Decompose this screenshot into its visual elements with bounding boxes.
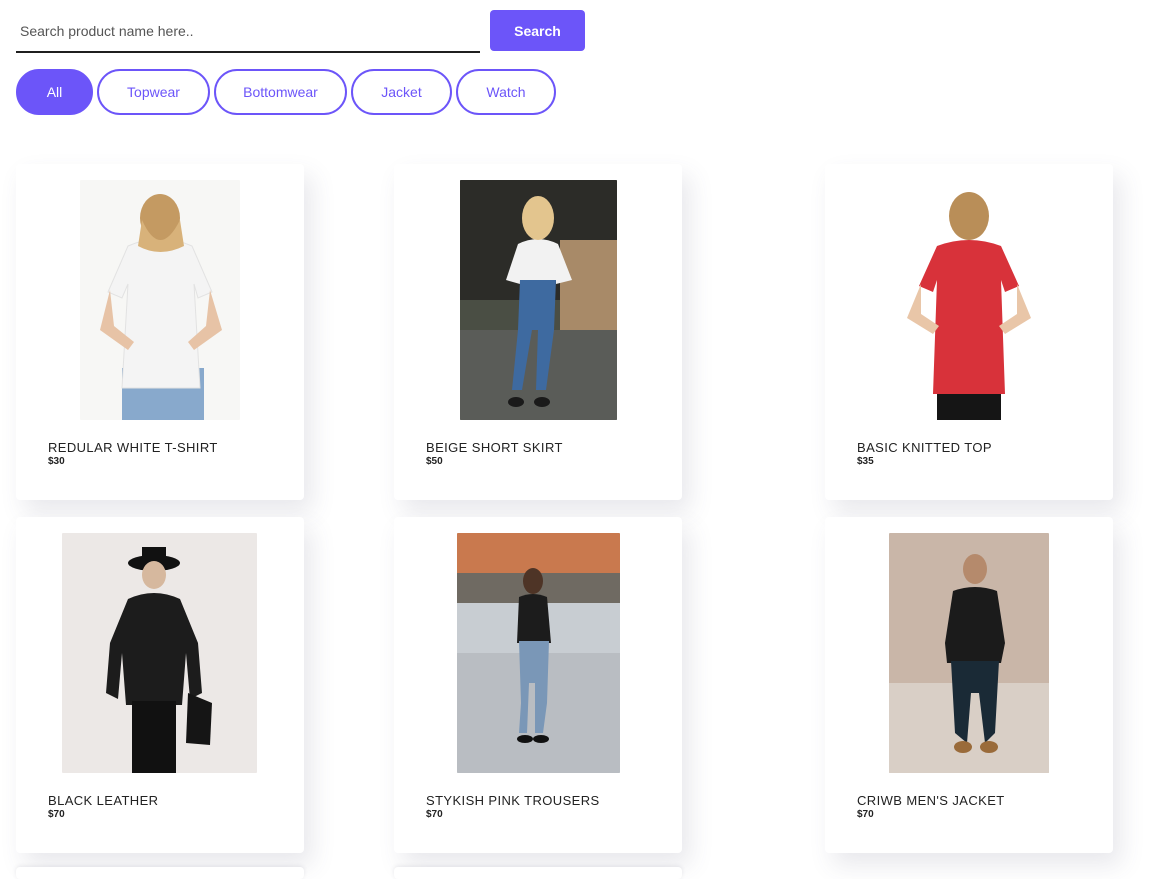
search-input[interactable]: [16, 10, 480, 53]
category-filters: All Topwear Bottomwear Jacket Watch: [16, 69, 556, 115]
product-price: $50: [426, 456, 443, 467]
product-name[interactable]: CRIWB MEN'S JACKET: [857, 793, 1005, 808]
product-card[interactable]: BASIC KNITTED TOP $35: [825, 164, 1113, 500]
product-price: $70: [48, 809, 65, 820]
filter-watch-button[interactable]: Watch: [456, 69, 556, 115]
product-name[interactable]: STYKISH PINK TROUSERS: [426, 793, 600, 808]
product-price: $30: [48, 456, 65, 467]
filter-topwear-button[interactable]: Topwear: [97, 69, 210, 115]
product-image[interactable]: [460, 180, 617, 420]
search-bar: Search: [16, 10, 586, 53]
product-name[interactable]: BEIGE SHORT SKIRT: [426, 440, 563, 455]
product-card[interactable]: BEIGE SHORT SKIRT $50: [394, 164, 682, 500]
filter-bottomwear-button[interactable]: Bottomwear: [214, 69, 347, 115]
search-button[interactable]: Search: [490, 10, 585, 51]
product-image[interactable]: [62, 533, 257, 773]
filter-jacket-button[interactable]: Jacket: [351, 69, 452, 115]
product-price: $70: [857, 809, 874, 820]
product-name[interactable]: BASIC KNITTED TOP: [857, 440, 992, 455]
product-card[interactable]: STYKISH PINK TROUSERS $70: [394, 517, 682, 853]
product-card[interactable]: REDULAR WHITE T-SHIRT $30: [16, 164, 304, 500]
product-card[interactable]: BLACK LEATHER $70: [16, 517, 304, 853]
product-price: $35: [857, 456, 874, 467]
product-price: $70: [426, 809, 443, 820]
product-image[interactable]: [457, 533, 620, 773]
product-image[interactable]: [889, 180, 1049, 420]
product-image[interactable]: [80, 180, 240, 420]
product-card-partial: [394, 867, 682, 879]
product-card-partial: [16, 867, 304, 879]
product-name[interactable]: REDULAR WHITE T-SHIRT: [48, 440, 218, 455]
product-image[interactable]: [889, 533, 1049, 773]
product-card[interactable]: CRIWB MEN'S JACKET $70: [825, 517, 1113, 853]
filter-all-button[interactable]: All: [16, 69, 93, 115]
product-name[interactable]: BLACK LEATHER: [48, 793, 158, 808]
